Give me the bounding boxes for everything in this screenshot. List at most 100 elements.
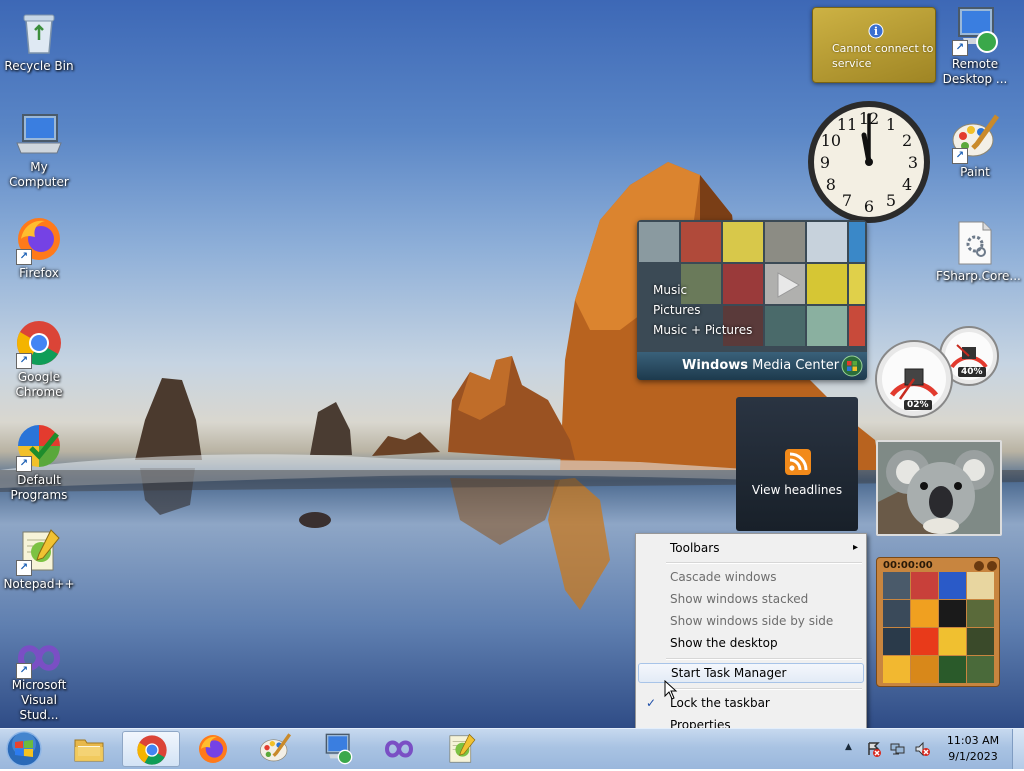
desktop-icon-google-chrome[interactable]: ↗ Google Chrome — [0, 319, 78, 400]
menu-item-cascade-windows[interactable]: Cascade windows — [638, 567, 864, 587]
clock-numeral: 1 — [886, 115, 896, 134]
desktop-icon-visual-studio[interactable]: ↗ Microsoft Visual Stud... — [0, 641, 78, 723]
desktop-icon-notepad-plus-plus[interactable]: ↗ Notepad++ — [0, 528, 78, 592]
show-desktop-button[interactable] — [1012, 729, 1024, 769]
media-tile — [807, 264, 847, 304]
menu-music[interactable]: Music — [653, 280, 752, 300]
action-center-icon[interactable] — [866, 741, 882, 757]
taskbar-button-windows-explorer[interactable] — [60, 731, 118, 767]
desktop-icon-remote-desktop[interactable]: ↗ Remote Desktop ... — [936, 6, 1014, 87]
taskbar-button-google-chrome[interactable] — [122, 731, 180, 767]
paint-icon — [260, 733, 291, 762]
media-tile — [849, 264, 865, 304]
rss-feed-icon — [785, 449, 811, 475]
menu-separator — [666, 688, 862, 690]
cpu-meter-gadget[interactable]: 40% 02% — [874, 323, 1000, 419]
network-icon[interactable] — [890, 741, 906, 757]
desktop-icon-default-programs[interactable]: ↗ Default Programs — [0, 422, 78, 503]
taskbar-button-remote-desktop[interactable] — [308, 731, 366, 767]
taskbar-button-visual-studio[interactable] — [370, 731, 428, 767]
menu-separator — [666, 658, 862, 660]
clock-numeral: 3 — [908, 153, 918, 172]
folder-icon — [74, 739, 104, 762]
puzzle-help-icon — [974, 561, 997, 571]
play-icon — [777, 272, 801, 298]
clock-gadget[interactable]: 121234567891011 — [806, 99, 932, 225]
media-center-gadget[interactable]: Music Pictures Music + Pictures Windows … — [637, 220, 867, 380]
clock-time: 11:03 AM — [946, 734, 1000, 747]
menu-item-label: Toolbars — [670, 541, 720, 555]
icon-label: Recycle Bin — [4, 59, 74, 73]
desktop-icon-paint[interactable]: ↗ Paint — [936, 114, 1014, 180]
desktop-icon-firefox[interactable]: ↗ Firefox — [0, 215, 78, 281]
rss-feed-gadget[interactable]: View headlines — [736, 397, 858, 531]
windows-logo-icon — [841, 355, 863, 377]
shortcut-arrow-icon: ↗ — [952, 40, 968, 56]
icon-label: Paint — [960, 165, 990, 179]
media-tile — [765, 306, 805, 346]
dll-file-icon — [958, 221, 992, 265]
chrome-icon — [137, 735, 167, 765]
taskbar-context-menu: Toolbars ▸ Cascade windows Show windows … — [635, 533, 867, 741]
menu-item-show-windows-stacked[interactable]: Show windows stacked — [638, 589, 864, 609]
taskbar-button-notepad-plus-plus[interactable] — [432, 731, 490, 767]
svg-text:i: i — [874, 25, 878, 38]
media-tile — [681, 222, 721, 262]
icon-label: Notepad++ — [3, 577, 75, 591]
icon-label: Remote Desktop ... — [942, 57, 1008, 86]
icon-label: My Computer — [9, 160, 69, 189]
clock-date: 9/1/2023 — [948, 750, 998, 763]
taskbar-button-firefox[interactable] — [184, 731, 242, 767]
info-icon: i — [868, 23, 884, 39]
menu-item-show-windows-side-by-side[interactable]: Show windows side by side — [638, 611, 864, 631]
media-tile — [807, 222, 847, 262]
picture-puzzle-gadget[interactable]: 00:00:00 — [876, 557, 1000, 687]
shortcut-arrow-icon: ↗ — [16, 249, 32, 265]
slideshow-gadget[interactable] — [876, 440, 1002, 536]
visual-studio-icon — [384, 740, 414, 758]
menu-item-show-the-desktop[interactable]: Show the desktop — [638, 633, 864, 653]
menu-item-label: Lock the taskbar — [670, 696, 770, 710]
icon-label: Firefox — [19, 266, 59, 280]
desktop-icon-my-computer[interactable]: My Computer — [0, 113, 78, 190]
clock-numeral: 4 — [902, 175, 912, 194]
clock-numeral: 5 — [886, 191, 896, 210]
taskbar-button-paint[interactable] — [246, 731, 304, 767]
clock-numeral: 8 — [826, 175, 836, 194]
view-headlines-link[interactable]: View headlines — [736, 483, 858, 497]
menu-pictures[interactable]: Pictures — [653, 300, 752, 320]
media-tile — [723, 222, 763, 262]
brand-bold: Windows — [682, 358, 749, 373]
desktop-icon-fsharp-core[interactable]: FSharp.Core... — [936, 220, 1021, 284]
puzzle-grid — [883, 572, 994, 683]
icon-label: Default Programs — [10, 473, 68, 502]
windows-orb-icon — [6, 731, 42, 767]
taskbar-clock[interactable]: 11:03 AM 9/1/2023 — [944, 733, 1002, 765]
taskbar[interactable]: ▲ 11:03 AM 9/1/2023 — [0, 728, 1024, 769]
start-button[interactable] — [4, 730, 48, 768]
icon-label: Microsoft Visual Stud... — [11, 678, 67, 722]
desktop[interactable]: Recycle Bin My Computer ↗ Firefox ↗ Goog… — [0, 0, 1024, 728]
brand-rest: Media Center — [748, 358, 840, 373]
media-tile — [639, 222, 679, 262]
mouse-cursor-icon — [664, 680, 678, 700]
clock-numeral: 6 — [864, 197, 874, 216]
volume-muted-icon[interactable] — [914, 741, 930, 757]
media-tile — [849, 306, 865, 346]
desktop-icon-recycle-bin[interactable]: Recycle Bin — [0, 8, 78, 74]
menu-music-pictures[interactable]: Music + Pictures — [653, 320, 752, 340]
media-tile — [765, 222, 805, 262]
notepad-plus-plus-icon — [449, 733, 476, 763]
menu-item-toolbars[interactable]: Toolbars ▸ — [638, 538, 864, 558]
media-center-brand-bar[interactable]: Windows Media Center — [637, 352, 867, 380]
weather-gadget[interactable]: i Cannot connect to service — [812, 7, 936, 83]
shortcut-arrow-icon: ↗ — [952, 148, 968, 164]
shortcut-arrow-icon: ↗ — [16, 663, 32, 679]
clock-numeral: 7 — [842, 191, 852, 210]
koala-photo — [878, 442, 1000, 534]
show-hidden-icons-button[interactable]: ▲ — [845, 742, 852, 752]
icon-label: FSharp.Core... — [936, 269, 1021, 283]
menu-separator — [666, 562, 862, 564]
computer-icon — [16, 114, 62, 154]
shortcut-arrow-icon: ↗ — [16, 456, 32, 472]
